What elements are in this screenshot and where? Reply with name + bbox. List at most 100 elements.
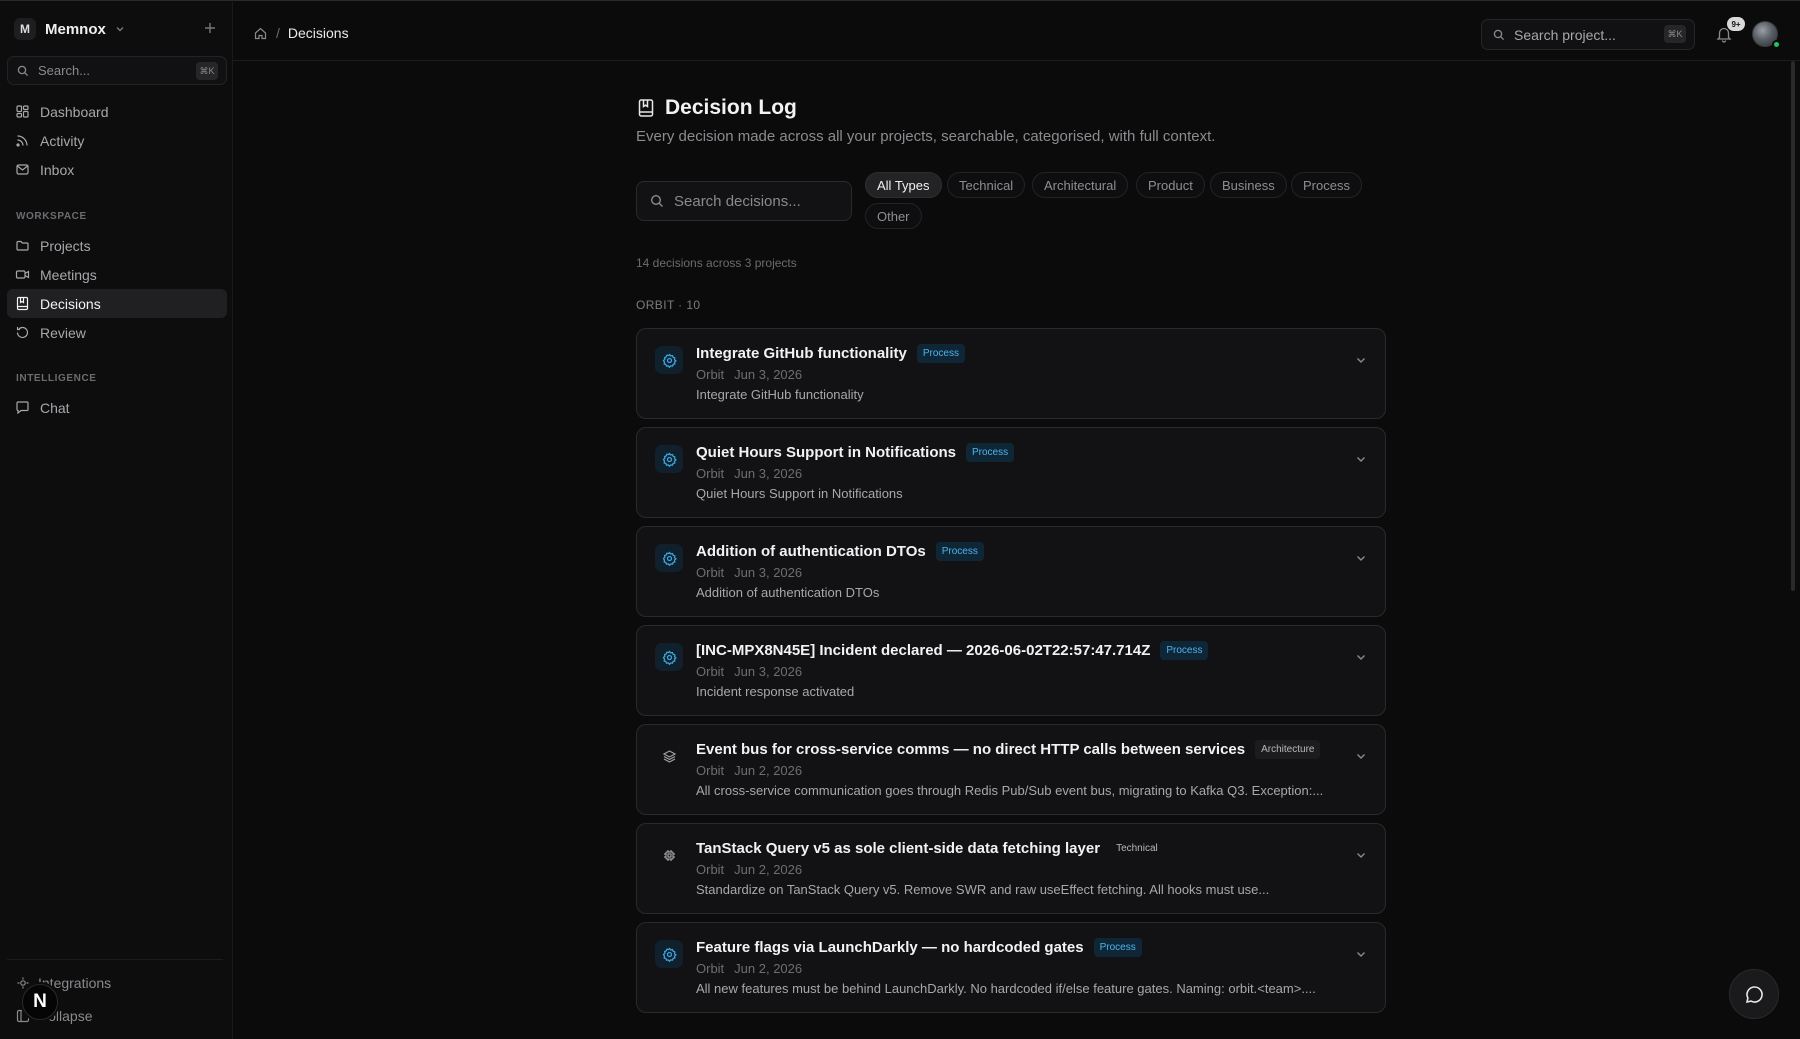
- scrollbar[interactable]: [1791, 61, 1795, 591]
- sidebar-item-label: Dashboard: [40, 103, 109, 120]
- decision-card[interactable]: [INC-MPX8N45E] Incident declared — 2026-…: [636, 625, 1386, 716]
- decision-date: Jun 3, 2026: [734, 367, 803, 382]
- online-status-dot: [1772, 40, 1781, 49]
- breadcrumb: / Decisions: [253, 25, 349, 41]
- page-subtitle: Every decision made across all your proj…: [636, 128, 1216, 145]
- workspace-avatar: M: [14, 18, 36, 40]
- decision-title: Event bus for cross-service comms — no d…: [696, 741, 1246, 758]
- sidebar-item-meetings[interactable]: Meetings: [7, 260, 227, 289]
- decision-meta: Orbit Jun 2, 2026: [696, 862, 802, 877]
- decision-description: Incident response activated: [696, 684, 855, 699]
- n-logo-badge[interactable]: N: [22, 984, 58, 1020]
- workspace-name: Memnox: [45, 20, 106, 38]
- kbd-shortcut: ⌘K: [1664, 25, 1686, 43]
- decision-count: 14 decisions across 3 projects: [636, 256, 797, 270]
- card-title-row: Event bus for cross-service comms — no d…: [696, 740, 1321, 759]
- sidebar-divider: [7, 959, 223, 960]
- project-search[interactable]: Search project... ⌘K: [1481, 19, 1695, 50]
- search-icon: [17, 65, 29, 76]
- home-icon[interactable]: [253, 26, 268, 41]
- sidebar-item-activity[interactable]: Activity: [7, 126, 227, 155]
- chevron-down-icon[interactable]: [1354, 947, 1368, 961]
- filter-chip-product[interactable]: Product: [1136, 172, 1205, 198]
- gear-icon: [655, 940, 683, 968]
- decision-card[interactable]: TanStack Query v5 as sole client-side da…: [636, 823, 1386, 914]
- search-icon: [650, 194, 663, 207]
- chevron-down-icon[interactable]: [1354, 551, 1368, 565]
- decision-title: [INC-MPX8N45E] Incident declared — 2026-…: [696, 642, 1151, 659]
- chat-bubble-icon: [1745, 985, 1763, 1003]
- decision-meta: Orbit Jun 3, 2026: [696, 565, 802, 580]
- app-root: M Memnox Search... ⌘K Dashboard Activity…: [0, 0, 1800, 1039]
- decision-type-badge: Process: [916, 344, 965, 363]
- filter-chip-process[interactable]: Process: [1291, 172, 1362, 198]
- chat-fab-button[interactable]: [1729, 969, 1779, 1019]
- sidebar-search[interactable]: Search... ⌘K: [7, 56, 227, 85]
- sidebar-section-workspace: WORKSPACE: [16, 211, 87, 222]
- project-group-label: ORBIT · 10: [636, 298, 701, 312]
- decision-title: Integrate GitHub functionality: [696, 345, 907, 362]
- decision-book-icon: [16, 296, 29, 311]
- sidebar-item-label: Activity: [40, 132, 85, 149]
- decision-card[interactable]: Event bus for cross-service comms — no d…: [636, 724, 1386, 815]
- filter-chip-technical[interactable]: Technical: [947, 172, 1026, 198]
- filter-chip-business[interactable]: Business: [1210, 172, 1287, 198]
- decision-project: Orbit: [696, 664, 725, 679]
- decision-description: Addition of authentication DTOs: [696, 585, 880, 600]
- decision-type-badge: Process: [1093, 938, 1142, 957]
- filter-chip-architectural[interactable]: Architectural: [1032, 172, 1129, 198]
- plus-icon[interactable]: [201, 19, 219, 37]
- decision-search-input[interactable]: Search decisions...: [636, 181, 852, 221]
- chevron-down-icon[interactable]: [1354, 452, 1368, 466]
- sidebar-section-intelligence: INTELLIGENCE: [16, 373, 97, 384]
- card-title-row: TanStack Query v5 as sole client-side da…: [696, 839, 1164, 858]
- decision-project: Orbit: [696, 367, 725, 382]
- sidebar-search-placeholder: Search...: [38, 63, 91, 78]
- sidebar-item-decisions[interactable]: Decisions: [7, 289, 227, 318]
- decision-card[interactable]: Integrate GitHub functionality Process O…: [636, 328, 1386, 419]
- decision-title: Feature flags via LaunchDarkly — no hard…: [696, 939, 1084, 956]
- decision-date: Jun 3, 2026: [734, 466, 803, 481]
- breadcrumb-current: Decisions: [287, 25, 349, 41]
- workspace-switcher[interactable]: M Memnox: [14, 18, 125, 40]
- card-title-row: Integrate GitHub functionality Process: [696, 344, 965, 363]
- decision-description: All cross-service communication goes thr…: [696, 783, 1324, 798]
- decision-date: Jun 3, 2026: [734, 565, 803, 580]
- decision-meta: Orbit Jun 2, 2026: [696, 961, 802, 976]
- decision-type-badge: Architecture: [1255, 740, 1321, 759]
- decision-date: Jun 2, 2026: [734, 763, 803, 778]
- video-icon: [15, 270, 30, 279]
- sidebar-item-dashboard[interactable]: Dashboard: [7, 97, 227, 126]
- decision-date: Jun 2, 2026: [734, 961, 803, 976]
- sidebar-item-label: Chat: [40, 399, 70, 416]
- sidebar-item-projects[interactable]: Projects: [7, 231, 227, 260]
- page-header: Decision Log: [636, 96, 797, 120]
- sidebar-item-chat[interactable]: Chat: [7, 393, 227, 422]
- decision-project: Orbit: [696, 961, 725, 976]
- gear-icon: [655, 346, 683, 374]
- breadcrumb-separator: /: [276, 25, 280, 41]
- sidebar: M Memnox Search... ⌘K Dashboard Activity…: [0, 0, 233, 1039]
- filter-chip-other[interactable]: Other: [865, 203, 922, 229]
- decision-description: Integrate GitHub functionality: [696, 387, 864, 402]
- decision-meta: Orbit Jun 3, 2026: [696, 664, 802, 679]
- dashboard-icon: [16, 105, 29, 118]
- chevron-down-icon[interactable]: [1354, 650, 1368, 664]
- chevron-down-icon[interactable]: [1354, 749, 1368, 763]
- decision-type-badge: Process: [935, 542, 984, 561]
- filter-chip-all-types[interactable]: All Types: [865, 172, 942, 198]
- sidebar-item-review[interactable]: Review: [7, 318, 227, 347]
- decision-card[interactable]: Quiet Hours Support in Notifications Pro…: [636, 427, 1386, 518]
- decision-project: Orbit: [696, 763, 725, 778]
- chevron-down-icon[interactable]: [1354, 848, 1368, 862]
- decision-book-icon: [638, 99, 654, 117]
- decision-description: Quiet Hours Support in Notifications: [696, 486, 903, 501]
- search-icon: [1493, 29, 1505, 40]
- card-title-row: [INC-MPX8N45E] Incident declared — 2026-…: [696, 641, 1209, 660]
- decision-card[interactable]: Feature flags via LaunchDarkly — no hard…: [636, 922, 1386, 1013]
- notification-count-badge: 9+: [1727, 17, 1745, 31]
- card-title-row: Quiet Hours Support in Notifications Pro…: [696, 443, 1015, 462]
- chevron-down-icon[interactable]: [1354, 353, 1368, 367]
- decision-card[interactable]: Addition of authentication DTOs Process …: [636, 526, 1386, 617]
- sidebar-item-inbox[interactable]: Inbox: [7, 155, 227, 184]
